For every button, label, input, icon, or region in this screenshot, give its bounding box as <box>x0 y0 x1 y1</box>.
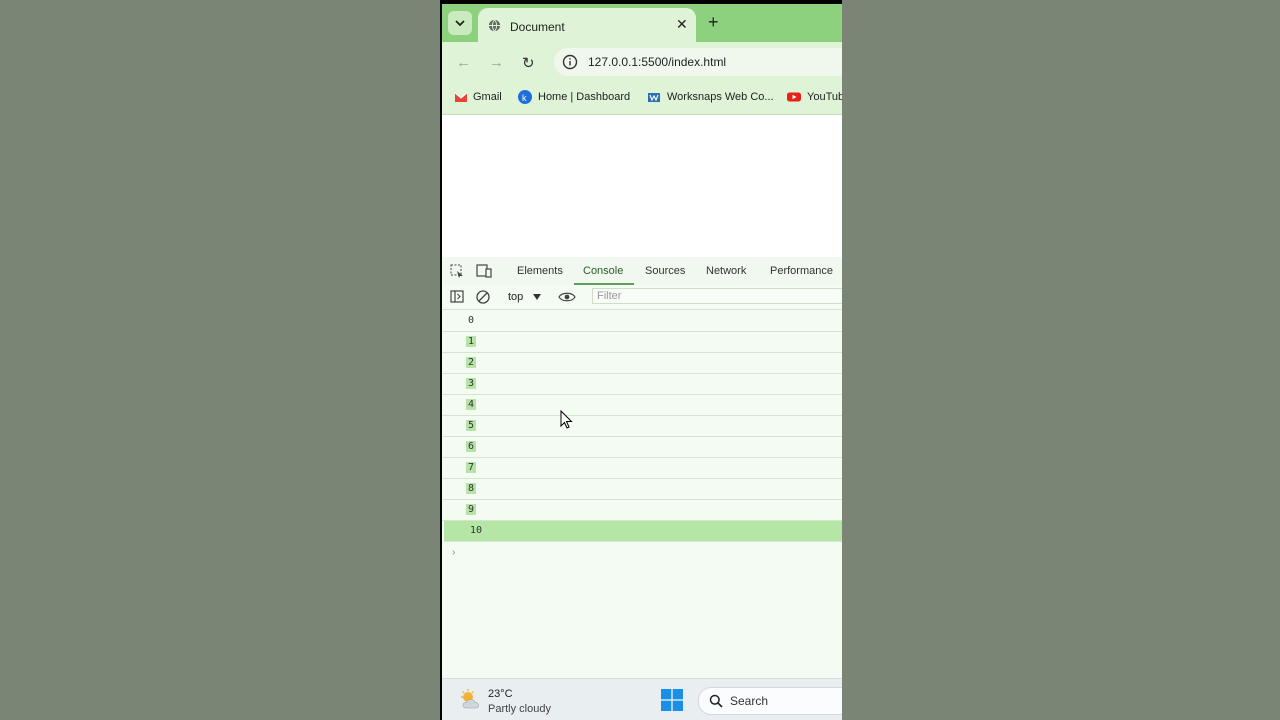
tab-document[interactable]: Document ✕ <box>478 8 696 42</box>
mouse-cursor-icon <box>560 410 573 429</box>
log-value: 9 <box>466 504 477 515</box>
log-value: 4 <box>466 399 477 410</box>
search-icon <box>709 694 723 708</box>
url-text: 127.0.0.1:5500/index.html <box>588 55 727 69</box>
browser-toolbar: ← → ↻ 127.0.0.1:5500/index.html <box>442 42 842 82</box>
tab-sources[interactable]: Sources <box>645 265 685 277</box>
sidebar-toggle-icon[interactable] <box>450 290 464 303</box>
tab-network[interactable]: Network <box>706 265 746 277</box>
bookmark-youtube[interactable]: YouTub <box>807 91 842 103</box>
bookmark-worksnaps[interactable]: Worksnaps Web Co... <box>667 91 774 103</box>
dropdown-arrow-icon <box>533 294 541 300</box>
phone-frame: Document ✕ + ← → ↻ 127.0.0.1:5500/index.… <box>440 0 842 720</box>
log-value: 2 <box>466 357 477 368</box>
context-selector[interactable]: top <box>508 291 523 303</box>
log-row: 4 <box>442 395 842 416</box>
windows-taskbar: 23°C Partly cloudy Search <box>442 678 842 720</box>
bookmarks-bar: Gmail k Home | Dashboard Worksnaps Web C… <box>442 82 842 115</box>
taskbar-search-label: Search <box>730 694 769 708</box>
log-row: 0 <box>442 311 842 332</box>
log-value: 1 <box>466 336 477 347</box>
screen: Document ✕ + ← → ↻ 127.0.0.1:5500/index.… <box>442 4 842 720</box>
weather-description: Partly cloudy <box>488 703 551 715</box>
log-row: 2 <box>442 353 842 374</box>
log-row: 8 <box>442 479 842 500</box>
svg-text:k: k <box>522 93 527 103</box>
log-row: 7 <box>442 458 842 479</box>
log-row: 10 <box>444 521 842 542</box>
filter-input[interactable]: Filter <box>592 288 842 304</box>
weather-partly-cloudy-icon[interactable] <box>458 688 484 712</box>
site-info-icon[interactable] <box>562 54 578 70</box>
tab-console[interactable]: Console <box>583 265 623 277</box>
tab-search-button[interactable] <box>448 11 472 35</box>
clear-console-icon[interactable] <box>476 290 490 304</box>
live-expression-eye-icon[interactable] <box>558 291 576 303</box>
address-bar[interactable]: 127.0.0.1:5500/index.html <box>554 48 842 76</box>
tab-strip: Document ✕ + <box>442 4 842 42</box>
log-row: 3 <box>442 374 842 395</box>
windows-start-icon[interactable] <box>661 689 683 711</box>
log-value: 8 <box>466 483 477 494</box>
log-row: 6 <box>442 437 842 458</box>
log-row: 9 <box>442 500 842 521</box>
tab-elements[interactable]: Elements <box>517 265 563 277</box>
bookmark-gmail[interactable]: Gmail <box>473 91 502 103</box>
taskbar-search-box[interactable]: Search <box>698 687 842 715</box>
log-value: 7 <box>466 462 477 473</box>
bookmark-home-dashboard[interactable]: Home | Dashboard <box>538 91 630 103</box>
tab-performance[interactable]: Performance <box>770 265 833 277</box>
log-row: 5 <box>442 416 842 437</box>
log-value: 3 <box>466 378 477 389</box>
gmail-icon <box>454 92 468 102</box>
tab-close-icon[interactable]: ✕ <box>676 16 688 33</box>
back-icon[interactable]: ← <box>456 54 471 71</box>
page-content <box>442 115 842 257</box>
console-log: 0 1 2 3 4 5 6 7 8 9 10 <box>442 311 842 542</box>
chevron-down-icon <box>455 20 465 27</box>
log-row: 1 <box>442 332 842 353</box>
globe-icon <box>488 19 501 32</box>
devtools-tabs: Elements Console Sources Network Perform… <box>442 257 842 286</box>
reload-icon[interactable]: ↻ <box>522 54 535 72</box>
forward-icon[interactable]: → <box>489 54 504 71</box>
log-value: 10 <box>470 525 483 536</box>
log-value: 5 <box>466 420 477 431</box>
console-toolbar: top Filter <box>442 285 842 310</box>
log-value: 6 <box>466 441 477 452</box>
log-value: 0 <box>468 315 475 326</box>
device-toolbar-icon[interactable] <box>476 264 492 278</box>
k-icon: k <box>518 90 532 104</box>
youtube-icon <box>787 92 801 102</box>
weather-temperature: 23°C <box>488 688 513 700</box>
new-tab-button[interactable]: + <box>708 12 719 33</box>
inspect-element-icon[interactable] <box>450 264 464 278</box>
tab-title: Document <box>510 20 565 34</box>
console-prompt-icon[interactable]: › <box>452 547 455 558</box>
worksnaps-icon <box>648 93 660 102</box>
